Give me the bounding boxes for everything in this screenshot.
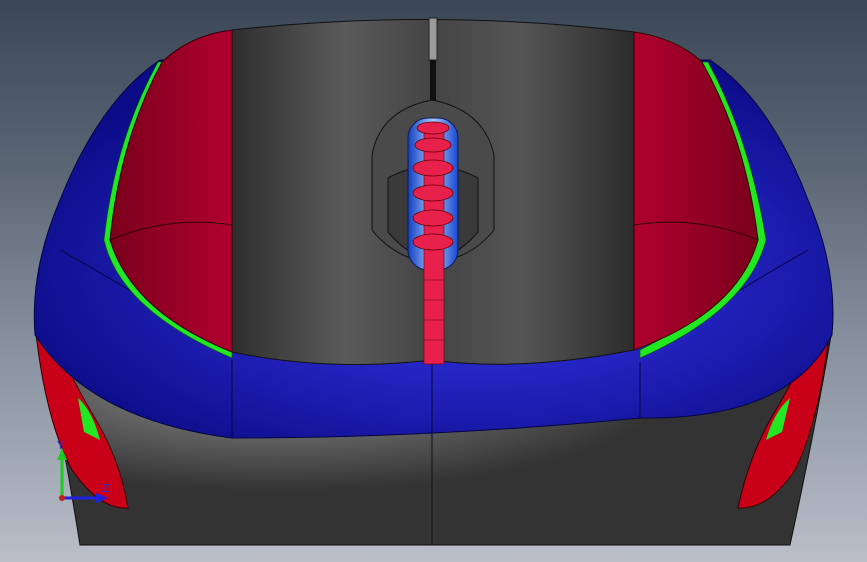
graphics-viewport[interactable]: Y Z xyxy=(0,0,867,562)
axis-z-label: Z xyxy=(102,482,110,495)
axis-y-label: Y xyxy=(57,439,64,452)
mouse-3d-model-icon[interactable] xyxy=(0,0,867,562)
coordinate-triad: Y Z xyxy=(52,436,122,510)
